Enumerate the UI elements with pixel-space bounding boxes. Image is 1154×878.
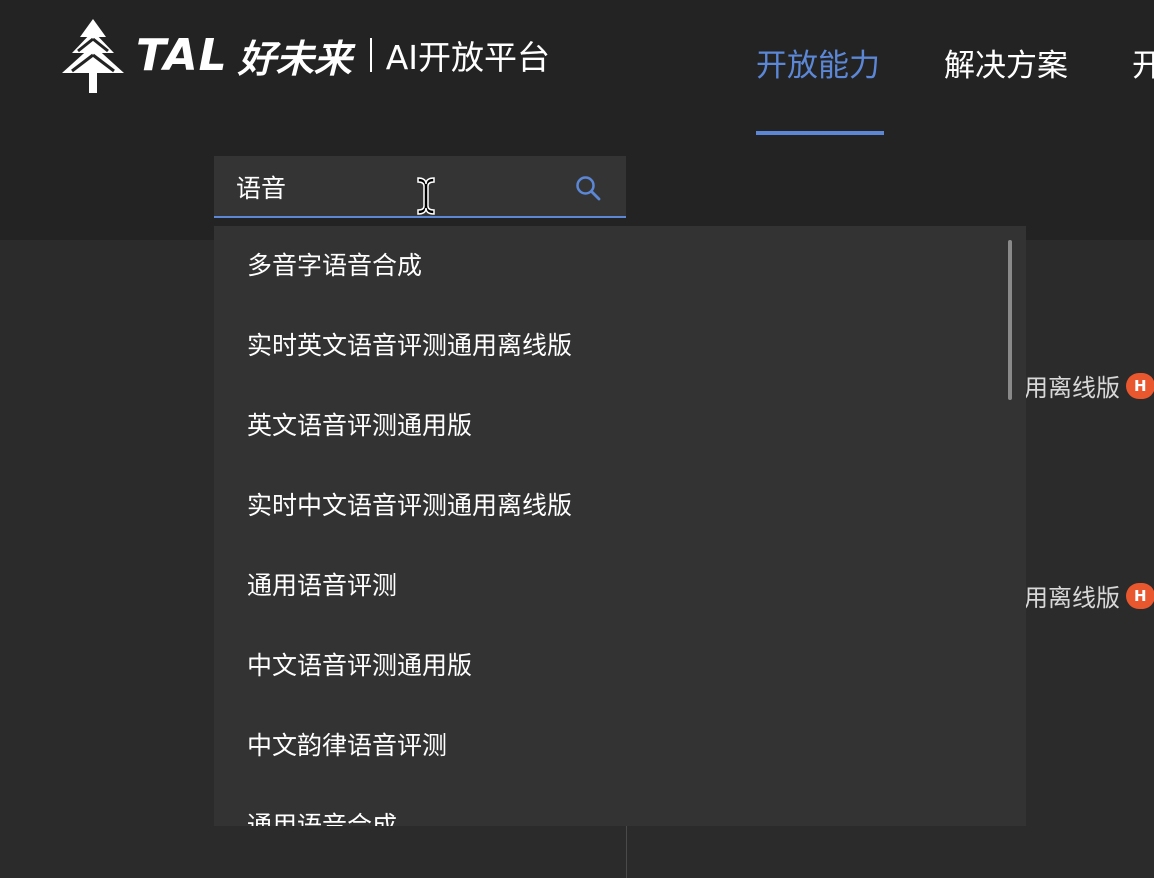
- tree-logo-icon: [62, 19, 124, 93]
- brand-name-cn: 好未来: [237, 36, 352, 81]
- search-icon[interactable]: [574, 174, 602, 202]
- hot-badge: H: [1126, 372, 1154, 399]
- search-input[interactable]: [236, 166, 536, 208]
- search-suggestions-dropdown: 多音字语音合成 实时英文语音评测通用离线版 英文语音评测通用版 实时中文语音评测…: [214, 226, 1026, 826]
- suggestion-item[interactable]: 中文韵律语音评测: [214, 706, 1026, 786]
- nav-active-underline: [756, 131, 884, 135]
- nav-item-open-capabilities[interactable]: 开放能力: [756, 40, 880, 85]
- platform-name: AI开放平台: [385, 38, 551, 77]
- suggestion-item[interactable]: 通用语音评测: [214, 546, 1026, 626]
- suggestion-item[interactable]: 实时中文语音评测通用离线版: [214, 466, 1026, 546]
- background-card-label[interactable]: 用离线版 H: [1024, 368, 1154, 403]
- suggestion-item[interactable]: 通用语音合成: [214, 786, 1026, 826]
- nav-item-third[interactable]: 开: [1132, 40, 1154, 85]
- nav-item-solutions[interactable]: 解决方案: [944, 40, 1068, 85]
- suggestion-item[interactable]: 英文语音评测通用版: [214, 386, 1026, 466]
- text-cursor-icon: [417, 177, 435, 215]
- suggestion-item[interactable]: 多音字语音合成: [214, 226, 1026, 306]
- main-nav: 开放能力 解决方案 开: [756, 40, 1154, 85]
- dropdown-scrollbar[interactable]: [1008, 240, 1012, 400]
- suggestion-item[interactable]: 实时英文语音评测通用离线版: [214, 306, 1026, 386]
- background-card-text: 用离线版: [1024, 374, 1120, 402]
- suggestion-item[interactable]: 中文语音评测通用版: [214, 626, 1026, 706]
- site-logo[interactable]: TAL 好未来 AI开放平台: [60, 16, 550, 94]
- hot-badge: H: [1126, 582, 1154, 609]
- content-divider: [626, 826, 627, 878]
- background-card-label[interactable]: 用离线版 H: [1024, 578, 1154, 613]
- brand-name-en: TAL: [136, 29, 228, 81]
- background-card-text: 用离线版: [1024, 584, 1120, 612]
- logo-divider: [369, 38, 372, 72]
